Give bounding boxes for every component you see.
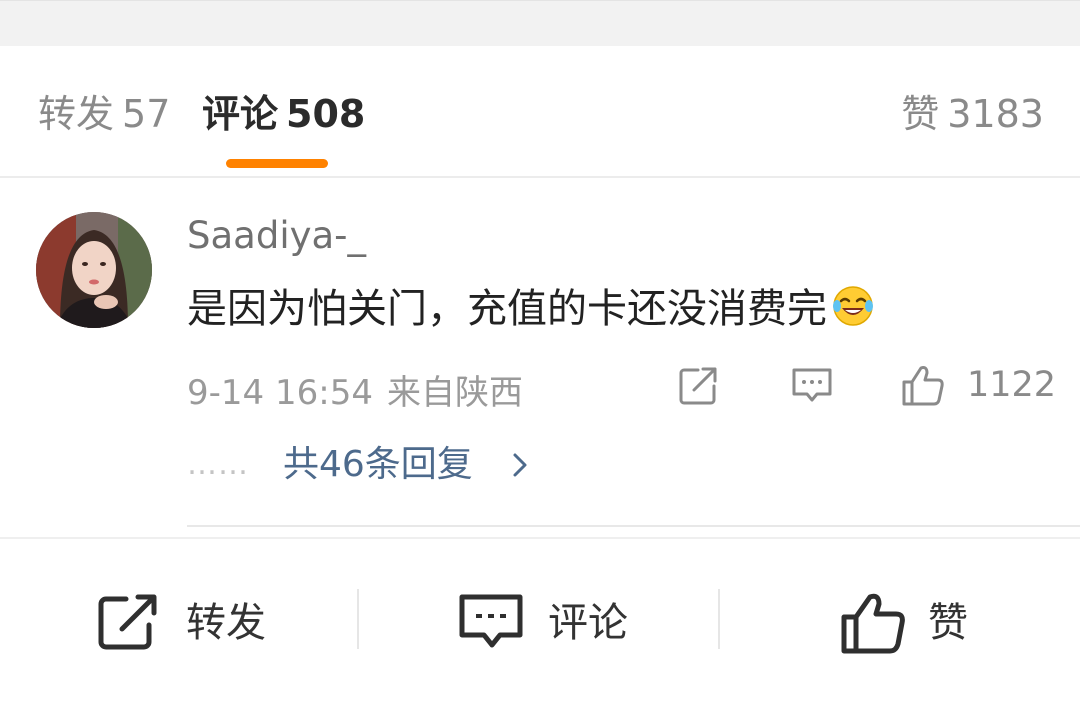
comment-button[interactable]: 评论 xyxy=(458,591,648,655)
comment-location: 来自陕西 xyxy=(386,373,523,413)
comment-button-label: 评论 xyxy=(548,600,628,646)
comment-item: Saadiya-_ 是因为怕关门，充值的卡还没消费完 9-14 16:54 来自陕… xyxy=(0,178,1080,538)
comment-time: 9-14 16:54 xyxy=(187,373,373,413)
comment-username[interactable]: Saadiya-_ xyxy=(187,214,366,257)
bottom-action-bar: 转发 评论 赞 xyxy=(0,539,1080,701)
active-tab-indicator xyxy=(226,159,328,168)
comment-icon[interactable] xyxy=(789,362,835,408)
comment-divider xyxy=(187,525,1080,527)
tab-comment[interactable]: 评论 508 xyxy=(202,90,365,138)
like-button[interactable]: 赞 xyxy=(840,591,980,655)
tab-repost[interactable]: 转发 57 xyxy=(38,90,170,138)
chevron-right-icon[interactable] xyxy=(509,452,531,478)
tab-repost-label: 转发 xyxy=(38,92,115,136)
repost-icon[interactable] xyxy=(676,362,722,408)
laugh-cry-emoji-icon xyxy=(833,286,873,326)
comment-text-content: 是因为怕关门，充值的卡还没消费完 xyxy=(187,286,827,332)
repost-icon xyxy=(98,594,157,650)
bottom-bar-separator xyxy=(357,589,359,649)
view-replies-link[interactable]: 共46条回复 xyxy=(283,440,473,490)
like-button-label: 赞 xyxy=(928,600,968,646)
tab-comment-label: 评论 xyxy=(202,92,279,136)
bottom-bar-separator xyxy=(718,589,720,649)
tab-repost-count: 57 xyxy=(122,92,171,136)
thumbs-up-icon[interactable] xyxy=(900,362,946,408)
tab-like-count: 3183 xyxy=(947,92,1044,136)
comment-text: 是因为怕关门，充值的卡还没消费完 xyxy=(187,276,875,334)
avatar[interactable] xyxy=(36,212,152,328)
thumbs-up-icon xyxy=(841,593,905,654)
repost-button[interactable]: 转发 xyxy=(96,591,286,655)
tab-like-label: 赞 xyxy=(901,92,940,136)
top-strip xyxy=(0,0,1080,46)
repost-button-label: 转发 xyxy=(186,600,266,646)
tab-like[interactable]: 赞 3183 xyxy=(901,90,1044,138)
comment-meta: 9-14 16:54 来自陕西 xyxy=(187,365,523,414)
tab-comment-count: 508 xyxy=(286,92,366,136)
reply-dots: …… xyxy=(187,447,249,482)
interaction-tabs: 转发 57 评论 508 赞 3183 xyxy=(0,46,1080,178)
comment-like-count: 1122 xyxy=(967,365,1057,405)
comment-icon xyxy=(459,594,523,648)
